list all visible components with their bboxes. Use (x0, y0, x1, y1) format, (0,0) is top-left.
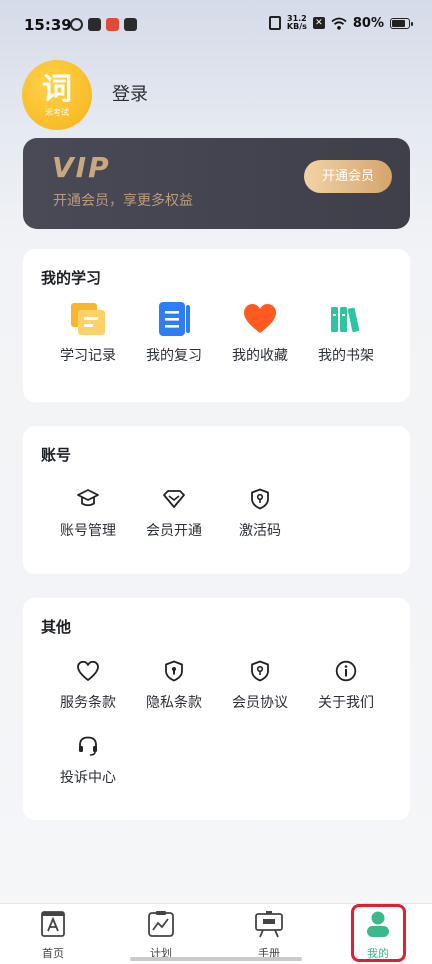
study-record-icon (71, 303, 105, 335)
network-speed-unit: KB/s (286, 22, 307, 31)
card-title-other: 其他 (41, 618, 72, 636)
tab-plan[interactable]: 计划 (126, 910, 196, 961)
account-card: 账号 账号管理 会员开通 激活码 (23, 426, 410, 574)
vip-banner[interactable]: VIP 开通会员，享更多权益 开通会员 (23, 138, 410, 229)
status-app-icon (124, 18, 137, 31)
status-time: 15:39 (24, 16, 72, 34)
my-review-item[interactable]: 我的复习 (131, 301, 217, 365)
diamond-icon (163, 490, 185, 508)
account-management-item[interactable]: 账号管理 (45, 486, 131, 540)
membership-open-item[interactable]: 会员开通 (131, 486, 217, 540)
card-title-account: 账号 (41, 446, 72, 464)
no-sim-icon: ✕ (312, 17, 325, 29)
membership-agreement-item[interactable]: 会员协议 (217, 658, 303, 712)
plan-chart-icon (148, 911, 174, 937)
tab-home[interactable]: 首页 (18, 910, 88, 961)
status-app-icon (88, 18, 101, 31)
battery-fill (392, 19, 405, 27)
my-bookshelf-item[interactable]: 我的书架 (303, 301, 389, 365)
privacy-terms-item[interactable]: 隐私条款 (131, 658, 217, 712)
complaint-center-label: 投诉中心 (60, 770, 116, 786)
battery-icon (390, 17, 413, 29)
login-link[interactable]: 登录 (112, 80, 148, 106)
shield-key-icon (251, 488, 269, 510)
about-us-item[interactable]: 关于我们 (303, 658, 389, 712)
tab-home-label: 首页 (42, 947, 64, 960)
my-favorites-item[interactable]: 我的收藏 (217, 301, 303, 365)
battery-percent: 80% (352, 15, 384, 31)
shield-key-icon (251, 660, 269, 682)
review-icon (159, 302, 190, 336)
open-membership-button[interactable]: 开通会员 (304, 160, 392, 193)
study-record-label: 学习记录 (60, 348, 116, 364)
privacy-terms-label: 隐私条款 (146, 695, 202, 711)
headset-icon (79, 736, 97, 756)
my-review-label: 我的复习 (146, 348, 202, 364)
membership-agreement-label: 会员协议 (232, 695, 288, 711)
wifi-icon (331, 17, 347, 30)
account-management-label: 账号管理 (60, 523, 116, 539)
vip-logo: VIP (52, 151, 111, 184)
about-us-label: 关于我们 (318, 695, 374, 711)
activation-code-label: 激活码 (239, 523, 281, 539)
status-app-icon (70, 18, 83, 31)
logo-char: 词 (42, 72, 72, 107)
membership-open-label: 会员开通 (146, 523, 202, 539)
vip-subtitle: 开通会员，享更多权益 (53, 193, 193, 209)
bookshelf-icon (331, 307, 360, 333)
my-favorites-label: 我的收藏 (232, 348, 288, 364)
vibrate-icon (268, 16, 281, 30)
logo-subtitle: 米考试 (45, 108, 69, 117)
activation-code-item[interactable]: 激活码 (217, 486, 303, 540)
active-tab-highlight-box (351, 904, 406, 962)
study-record-item[interactable]: 学习记录 (45, 301, 131, 365)
shield-lock-icon (165, 660, 183, 682)
terms-of-service-item[interactable]: 服务条款 (45, 658, 131, 712)
network-speed: 31.2 KB/s (287, 15, 307, 31)
heart-outline-icon (77, 660, 99, 681)
other-card: 其他 服务条款 隐私条款 会员协议 关于我们 投诉中心 (23, 598, 410, 820)
tab-manual[interactable]: 手册 (234, 910, 304, 961)
home-book-icon (41, 911, 65, 937)
graduation-cap-icon (77, 489, 99, 507)
app-logo-avatar[interactable]: 词 米考试 (22, 60, 92, 130)
info-icon (335, 660, 357, 682)
complaint-center-item[interactable]: 投诉中心 (45, 733, 131, 787)
home-indicator[interactable] (130, 957, 302, 961)
terms-of-service-label: 服务条款 (60, 695, 116, 711)
favorite-heart-icon (244, 304, 276, 333)
my-bookshelf-label: 我的书架 (318, 348, 374, 364)
status-right: 31.2 KB/s ✕ 80% (268, 15, 413, 31)
card-title-study: 我的学习 (41, 269, 102, 287)
status-app-icons (70, 18, 137, 31)
status-app-icon (106, 18, 119, 31)
manual-board-icon (255, 911, 283, 938)
my-study-card: 我的学习 学习记录 我的复习 我的收藏 我的书架 (23, 249, 410, 402)
status-bar: 15:39 31.2 KB/s ✕ 80% (0, 0, 432, 50)
